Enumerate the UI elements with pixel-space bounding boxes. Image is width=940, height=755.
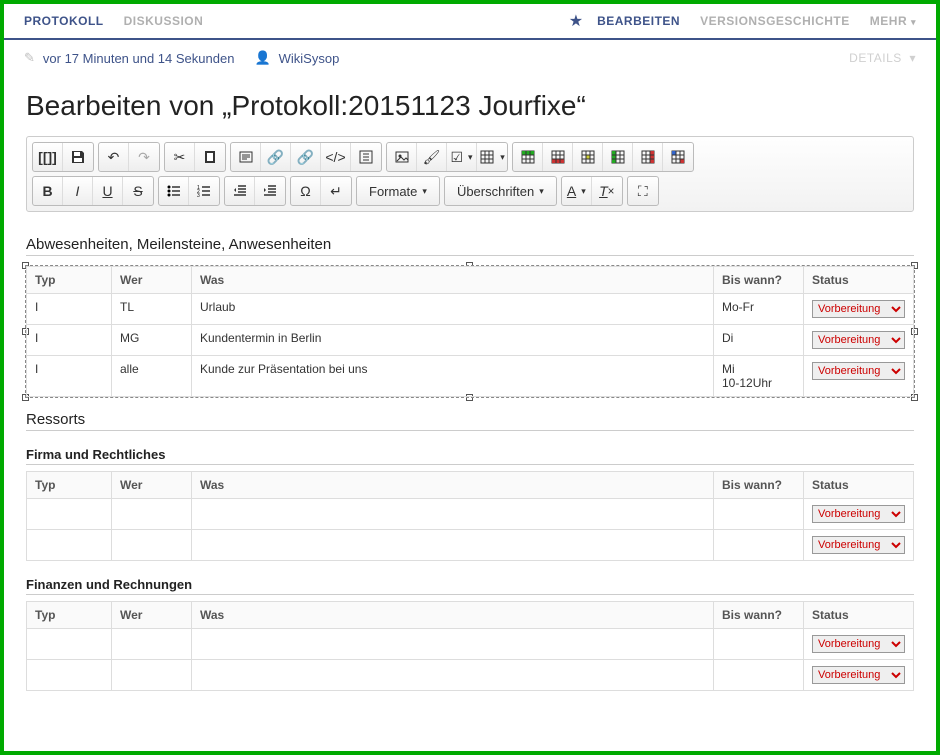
th-wer: Wer bbox=[112, 267, 192, 294]
table-row[interactable]: IMGKundentermin in BerlinDiVorbereitung bbox=[27, 325, 914, 356]
pencil-icon: ✎ bbox=[24, 50, 35, 66]
cut-button[interactable]: ✂ bbox=[165, 143, 195, 171]
code-button[interactable]: </> bbox=[321, 143, 351, 171]
status-select[interactable]: Vorbereitung bbox=[812, 362, 905, 380]
table-green1-button[interactable] bbox=[513, 143, 543, 171]
tab-protokoll[interactable]: PROTOKOLL bbox=[14, 14, 114, 28]
tab-versionsgeschichte[interactable]: VERSIONSGESCHICHTE bbox=[690, 14, 860, 28]
bullet-list-button[interactable] bbox=[159, 177, 189, 205]
th-status: Status bbox=[804, 267, 914, 294]
meta-bar: ✎ vor 17 Minuten und 14 Sekunden 👤 WikiS… bbox=[4, 40, 936, 76]
brush-button[interactable]: 🖌 bbox=[417, 143, 447, 171]
status-select[interactable]: Vorbereitung bbox=[812, 300, 905, 318]
last-edit-time: vor 17 Minuten und 14 Sekunden bbox=[43, 51, 235, 66]
table-red1-button[interactable] bbox=[543, 143, 573, 171]
indent-button[interactable] bbox=[255, 177, 285, 205]
section-heading-abwesenheiten: Abwesenheiten, Meilensteine, Anwesenheit… bbox=[26, 236, 914, 256]
fullscreen-button[interactable]: ⛶ bbox=[628, 177, 658, 205]
save-button[interactable] bbox=[63, 143, 93, 171]
editor-body[interactable]: Abwesenheiten, Meilensteine, Anwesenheit… bbox=[4, 212, 936, 701]
tab-diskussion[interactable]: DISKUSSION bbox=[114, 14, 214, 28]
avatar-icon: 👤 bbox=[254, 50, 270, 66]
star-icon[interactable]: ★ bbox=[569, 11, 583, 31]
table-row: Vorbereitung bbox=[27, 660, 914, 691]
table-row[interactable]: ITLUrlaubMo-FrVorbereitung bbox=[27, 294, 914, 325]
unlink-button[interactable]: 🔗 bbox=[291, 143, 321, 171]
page-title: Bearbeiten von „Protokoll:20151123 Jourf… bbox=[4, 76, 936, 128]
table-abwesenheiten[interactable]: Typ Wer Was Bis wann? Status ITLUrlaubMo… bbox=[26, 266, 914, 397]
table-firma[interactable]: Typ Wer Was Bis wann? Status Vorbereitun… bbox=[26, 471, 914, 561]
formate-dropdown[interactable]: Formate▾ bbox=[357, 177, 439, 205]
status-select[interactable]: Vorbereitung bbox=[812, 666, 905, 684]
table-row: Vorbereitung bbox=[27, 629, 914, 660]
status-select[interactable]: Vorbereitung bbox=[812, 635, 905, 653]
status-select[interactable]: Vorbereitung bbox=[812, 505, 905, 523]
table-green2-button[interactable] bbox=[603, 143, 633, 171]
text-color-button[interactable]: A▾ bbox=[562, 177, 592, 205]
image-button[interactable] bbox=[387, 143, 417, 171]
table-blue-button[interactable] bbox=[663, 143, 693, 171]
svg-text:3: 3 bbox=[197, 193, 200, 199]
tab-mehr[interactable]: MEHR ▾ bbox=[860, 14, 926, 28]
italic-button[interactable]: I bbox=[63, 177, 93, 205]
signature-button[interactable] bbox=[231, 143, 261, 171]
table-row: Vorbereitung bbox=[27, 530, 914, 561]
strike-button[interactable]: S bbox=[123, 177, 153, 205]
table-row: Vorbereitung bbox=[27, 499, 914, 530]
paste-button[interactable] bbox=[195, 143, 225, 171]
status-select[interactable]: Vorbereitung bbox=[812, 536, 905, 554]
bold-button[interactable]: B bbox=[33, 177, 63, 205]
section-heading-firma: Firma und Rechtliches bbox=[26, 447, 914, 465]
special-char-button[interactable]: Ω bbox=[291, 177, 321, 205]
table-yellow-button[interactable] bbox=[573, 143, 603, 171]
enter-button[interactable]: ↵ bbox=[321, 177, 351, 205]
source-button[interactable]: [[]] bbox=[33, 143, 63, 171]
section-heading-ressorts: Ressorts bbox=[26, 411, 914, 431]
clear-format-button[interactable]: T× bbox=[592, 177, 622, 205]
section-heading-finanzen: Finanzen und Rechnungen bbox=[26, 577, 914, 595]
checkbox-button[interactable]: ☑▾ bbox=[447, 143, 477, 171]
tab-bearbeiten[interactable]: BEARBEITEN bbox=[587, 14, 690, 28]
table-row[interactable]: IalleKunde zur Präsentation bei unsMi 10… bbox=[27, 356, 914, 397]
table-finanzen[interactable]: Typ Wer Was Bis wann? Status Vorbereitun… bbox=[26, 601, 914, 691]
ueberschriften-dropdown[interactable]: Überschriften▾ bbox=[445, 177, 556, 205]
undo-button[interactable]: ↶ bbox=[99, 143, 129, 171]
last-edit-user[interactable]: WikiSysop bbox=[279, 51, 340, 66]
redo-button[interactable]: ↷ bbox=[129, 143, 159, 171]
outdent-button[interactable] bbox=[225, 177, 255, 205]
number-list-button[interactable]: 123 bbox=[189, 177, 219, 205]
underline-button[interactable]: U bbox=[93, 177, 123, 205]
page-tabs: PROTOKOLL DISKUSSION ★ BEARBEITEN VERSIO… bbox=[4, 4, 936, 40]
table-red2-button[interactable] bbox=[633, 143, 663, 171]
status-select[interactable]: Vorbereitung bbox=[812, 331, 905, 349]
link-button[interactable]: 🔗 bbox=[261, 143, 291, 171]
th-was: Was bbox=[192, 267, 714, 294]
th-bis: Bis wann? bbox=[714, 267, 804, 294]
checklist-button[interactable] bbox=[351, 143, 381, 171]
table-button[interactable]: ▾ bbox=[477, 143, 507, 171]
editor-toolbar: [[]] ↶ ↷ ✂ 🔗 🔗 </> 🖌 ☑▾ ▾ bbox=[26, 136, 914, 212]
details-toggle[interactable]: DETAILS ▾ bbox=[849, 51, 916, 65]
th-typ: Typ bbox=[27, 267, 112, 294]
